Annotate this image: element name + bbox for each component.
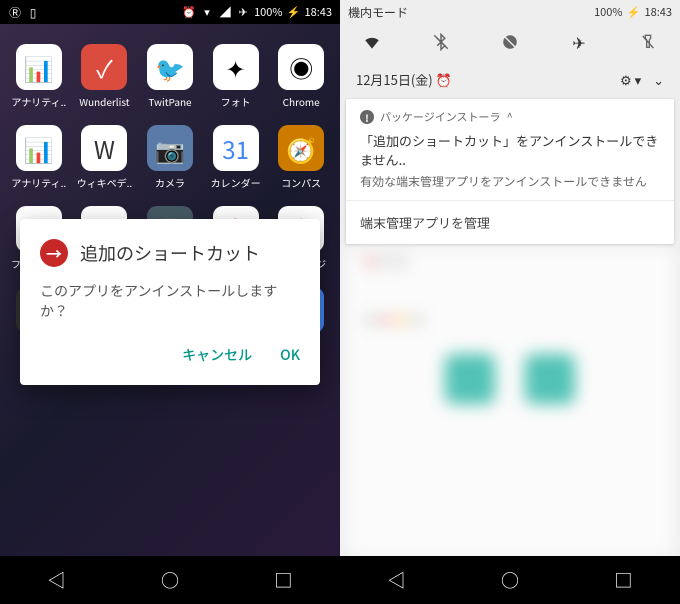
wifi-toggle[interactable] bbox=[360, 30, 384, 54]
battery-percent: 100% bbox=[594, 4, 622, 20]
recents-button[interactable]: □ bbox=[274, 567, 292, 593]
notification-source: パッケージインストーラ bbox=[380, 109, 501, 125]
alarm-icon: ⏰ bbox=[436, 70, 452, 89]
status-bar: 機内モード 100% ⚡ 18:43 bbox=[340, 0, 680, 24]
dialog-message: このアプリをアンインストールしますか？ bbox=[40, 281, 300, 321]
back-button[interactable]: ◁ bbox=[388, 567, 406, 593]
date-text: 12月15日(金) bbox=[356, 70, 433, 89]
quick-settings-row: ✈ bbox=[340, 24, 680, 60]
airplane-toggle[interactable]: ✈ bbox=[567, 30, 591, 54]
notification-action[interactable]: 端末管理アプリを管理 bbox=[346, 200, 674, 244]
navigation-bar: ◁ ○ □ bbox=[340, 556, 680, 604]
expand-icon[interactable]: ⌄ bbox=[653, 70, 664, 89]
app-shortcut-icon: → bbox=[40, 239, 68, 267]
dialog-title: 追加のショートカット bbox=[80, 240, 260, 266]
bluetooth-toggle[interactable] bbox=[429, 30, 453, 54]
ok-button[interactable]: OK bbox=[280, 345, 300, 365]
left-phone-screen: Ⓡ ▯ ⏰ ▾ ◢ ✈ 100% ⚡ 18:43 📊アナリティ.. ✓Wunde… bbox=[0, 0, 340, 604]
flashlight-toggle[interactable] bbox=[636, 30, 660, 54]
navigation-bar: ◁ ○ □ bbox=[0, 556, 340, 604]
uninstall-dialog: → 追加のショートカット このアプリをアンインストールしますか？ キャンセル O… bbox=[20, 219, 320, 385]
collapse-icon[interactable]: ^ bbox=[507, 109, 513, 125]
home-button[interactable]: ○ bbox=[501, 567, 519, 593]
settings-icon[interactable]: ⚙ ▾ bbox=[620, 70, 641, 89]
blurred-background bbox=[346, 248, 674, 556]
qs-date-row: 12月15日(金) ⏰ ⚙ ▾ ⌄ bbox=[340, 60, 680, 99]
back-button[interactable]: ◁ bbox=[48, 567, 66, 593]
warning-icon: ! bbox=[360, 110, 374, 124]
notification-title: 「追加のショートカット」をアンインストールできません.. bbox=[346, 129, 674, 171]
cancel-button[interactable]: キャンセル bbox=[182, 345, 252, 365]
battery-icon: ⚡ bbox=[627, 5, 641, 19]
notification-card[interactable]: ! パッケージインストーラ ^ 「追加のショートカット」をアンインストールできま… bbox=[346, 99, 674, 244]
airplane-mode-label: 機内モード bbox=[348, 4, 408, 21]
home-button[interactable]: ○ bbox=[161, 567, 179, 593]
right-phone-screen: 機内モード 100% ⚡ 18:43 ✈ 12月15日(金) ⏰ ⚙ ▾ ⌄ bbox=[340, 0, 680, 604]
clock-text: 18:43 bbox=[645, 4, 672, 20]
notification-body: 有効な端末管理アプリをアンインストールできません bbox=[346, 171, 674, 200]
notification-header: ! パッケージインストーラ ^ bbox=[346, 99, 674, 129]
recents-button[interactable]: □ bbox=[614, 567, 632, 593]
dialog-overlay: → 追加のショートカット このアプリをアンインストールしますか？ キャンセル O… bbox=[0, 0, 340, 604]
dnd-toggle[interactable] bbox=[498, 30, 522, 54]
